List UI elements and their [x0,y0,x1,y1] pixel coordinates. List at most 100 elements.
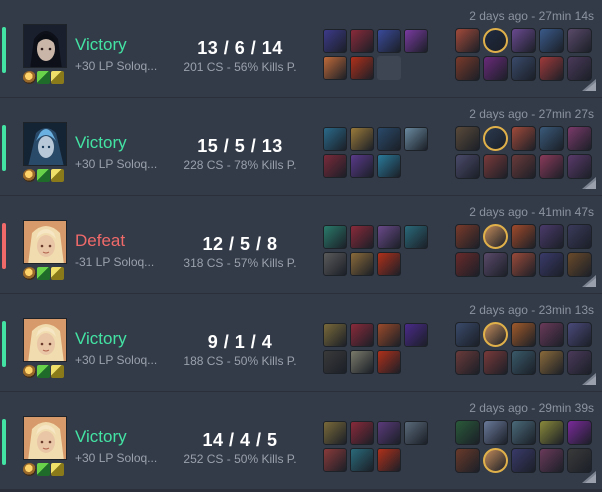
item-icon[interactable] [377,323,401,347]
item-icon[interactable] [323,127,347,151]
participant-champion-icon[interactable] [539,224,564,249]
item-icon[interactable] [377,154,401,178]
item-icon[interactable] [350,127,374,151]
participant-champion-icon[interactable] [511,126,536,151]
item-icon[interactable] [404,29,428,53]
signal-bars-icon [582,373,596,385]
participant-champion-icon[interactable] [483,252,508,277]
participant-champion-icon[interactable] [483,420,508,445]
participant-champion-icon[interactable] [567,56,592,81]
item-icon[interactable] [323,448,347,472]
item-icon[interactable] [350,252,374,276]
item-icon[interactable] [404,225,428,249]
participant-champion-icon[interactable] [511,420,536,445]
player-champion-icon[interactable] [483,448,508,473]
kda-score: 15 / 5 / 13 [197,136,283,156]
participant-champion-icon[interactable] [455,322,480,347]
participant-champion-icon[interactable] [455,350,480,375]
item-icon[interactable] [350,421,374,445]
participant-champion-icon[interactable] [455,154,480,179]
item-icon[interactable] [377,225,401,249]
item-icon[interactable] [377,127,401,151]
item-icon[interactable] [404,127,428,151]
participant-champion-icon[interactable] [567,448,592,473]
item-icon[interactable] [404,323,428,347]
participant-champion-icon[interactable] [567,420,592,445]
participant-champion-icon[interactable] [511,154,536,179]
participant-champion-icon[interactable] [511,28,536,53]
participant-champion-icon[interactable] [511,224,536,249]
keystone-rune-icon [23,365,36,378]
signal-bars-icon [582,79,596,91]
item-icon[interactable] [323,225,347,249]
player-champion-icon[interactable] [483,322,508,347]
match-row[interactable]: Victory +30 LP Soloq... 9 / 1 / 4 188 CS - … [0,294,602,392]
participant-champion-icon[interactable] [567,224,592,249]
participant-champion-icon[interactable] [511,448,536,473]
match-row[interactable]: Victory +30 LP Soloq... 14 / 4 / 5 252 CS -… [0,392,602,490]
participant-champion-icon[interactable] [539,252,564,277]
item-icon[interactable] [350,448,374,472]
secondary-rune-icon [37,365,50,378]
participant-champion-icon[interactable] [455,28,480,53]
participant-champion-icon[interactable] [567,322,592,347]
participant-champion-icon[interactable] [483,350,508,375]
match-result: Victory [75,427,127,446]
participant-champion-icon[interactable] [455,420,480,445]
participant-champion-icon[interactable] [539,28,564,53]
keystone-rune-icon [23,169,36,182]
participant-champion-icon[interactable] [567,252,592,277]
participant-champion-icon[interactable] [539,126,564,151]
participant-champion-icon[interactable] [539,154,564,179]
participant-champion-icon[interactable] [539,350,564,375]
participant-champion-icon[interactable] [511,322,536,347]
participant-champion-icon[interactable] [539,56,564,81]
item-icon[interactable] [377,252,401,276]
participant-champion-icon[interactable] [511,56,536,81]
participant-champion-icon[interactable] [455,56,480,81]
item-icon[interactable] [350,29,374,53]
item-icon[interactable] [323,29,347,53]
player-champion-icon[interactable] [483,28,508,53]
player-champion-icon[interactable] [483,224,508,249]
item-icon[interactable] [323,56,347,80]
participant-champion-icon[interactable] [539,420,564,445]
participant-champion-icon[interactable] [567,350,592,375]
item-icon[interactable] [377,421,401,445]
item-icon[interactable] [350,154,374,178]
item-icon[interactable] [350,56,374,80]
match-row[interactable]: Defeat -31 LP Soloq... 12 / 5 / 8 318 CS - … [0,196,602,294]
participant-champion-icon[interactable] [455,448,480,473]
item-icon[interactable] [323,154,347,178]
participant-champion-icon[interactable] [511,252,536,277]
participant-champion-icon[interactable] [567,126,592,151]
participant-champion-icon[interactable] [455,224,480,249]
item-icon[interactable] [350,350,374,374]
match-row[interactable]: Victory +30 LP Soloq... 15 / 5 / 13 228 CS … [0,98,602,196]
match-time: 2 days ago - 41min 47s [469,205,594,219]
item-icon[interactable] [323,350,347,374]
item-icon[interactable] [323,421,347,445]
rune-icons [23,267,64,280]
participant-champion-icon[interactable] [455,126,480,151]
participant-champion-icon[interactable] [567,28,592,53]
item-icon[interactable] [323,252,347,276]
item-icon[interactable] [377,350,401,374]
item-icon[interactable] [404,421,428,445]
match-row[interactable]: Victory +30 LP Soloq... 13 / 6 / 14 201 CS … [0,0,602,98]
participant-champion-icon[interactable] [483,56,508,81]
participant-champion-icon[interactable] [511,350,536,375]
player-champion-icon[interactable] [483,126,508,151]
rune-icons [23,169,64,182]
lp-change: +30 LP Soloq... [75,157,158,171]
item-icon[interactable] [323,323,347,347]
item-icon[interactable] [350,225,374,249]
participant-champion-icon[interactable] [455,252,480,277]
item-icon[interactable] [377,29,401,53]
participant-champion-icon[interactable] [567,154,592,179]
item-icon[interactable] [377,448,401,472]
participant-champion-icon[interactable] [539,322,564,347]
participant-champion-icon[interactable] [539,448,564,473]
participant-champion-icon[interactable] [483,154,508,179]
item-icon[interactable] [350,323,374,347]
